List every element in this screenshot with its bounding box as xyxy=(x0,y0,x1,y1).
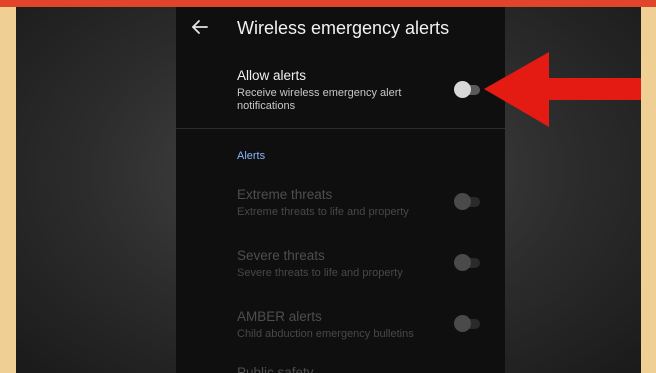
arrow-left-icon[interactable] xyxy=(190,17,210,37)
severe-threats-toggle[interactable] xyxy=(454,254,482,272)
list-item-public-safety-label: Public safety xyxy=(237,365,314,373)
allow-alerts-row[interactable]: Allow alerts Receive wireless emergency … xyxy=(176,68,505,118)
top-stripe xyxy=(0,0,656,7)
allow-alerts-description: Receive wireless emergency alert notific… xyxy=(237,87,402,112)
extreme-threats-toggle[interactable] xyxy=(454,193,482,211)
list-item-description: Severe threats to life and property xyxy=(237,267,403,279)
settings-screen: Wireless emergency alerts Allow alerts R… xyxy=(176,7,505,373)
amber-alerts-toggle[interactable] xyxy=(454,315,482,333)
list-item-label: Extreme threats xyxy=(237,187,333,202)
red-pointer-arrow-icon xyxy=(484,52,641,130)
toggle-thumb xyxy=(454,193,471,210)
list-item-label: Severe threats xyxy=(237,248,325,263)
toggle-thumb xyxy=(454,81,471,98)
toggle-thumb xyxy=(454,315,471,332)
section-header-alerts: Alerts xyxy=(237,150,266,162)
list-item-extreme-threats[interactable]: Extreme threats Extreme threats to life … xyxy=(176,187,505,227)
allow-alerts-toggle[interactable] xyxy=(454,81,482,99)
list-item-amber-alerts[interactable]: AMBER alerts Child abduction emergency b… xyxy=(176,309,505,349)
page-title: Wireless emergency alerts xyxy=(237,18,450,38)
divider xyxy=(176,128,505,129)
list-item-description: Child abduction emergency bulletins xyxy=(237,328,414,340)
list-item-label: AMBER alerts xyxy=(237,309,322,324)
list-item-severe-threats[interactable]: Severe threats Severe threats to life an… xyxy=(176,248,505,288)
list-item-description: Extreme threats to life and property xyxy=(237,206,409,218)
toggle-thumb xyxy=(454,254,471,271)
allow-alerts-label: Allow alerts xyxy=(237,68,307,83)
